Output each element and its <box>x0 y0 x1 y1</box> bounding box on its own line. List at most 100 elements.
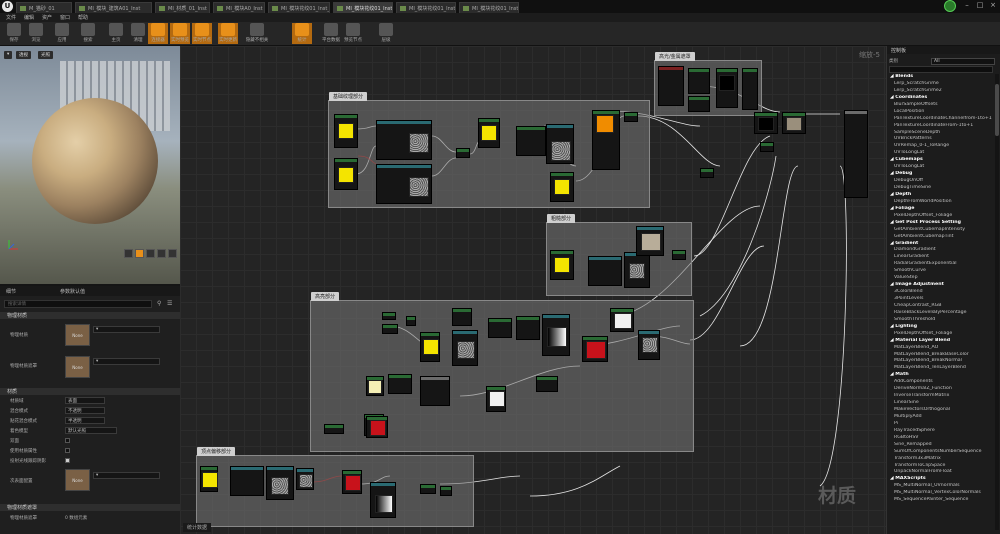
physical-material-mask-swatch[interactable]: None <box>65 356 90 378</box>
viewport-lit-button[interactable]: 光照 <box>38 51 53 59</box>
parameter-node[interactable] <box>324 424 344 434</box>
minimize-icon[interactable]: – <box>962 1 972 10</box>
palette-filter-dropdown[interactable]: All <box>931 58 995 65</box>
connectors-button[interactable]: 连接器 <box>148 23 168 44</box>
palette-item[interactable]: GetAmbientCubemapIntensity <box>889 227 993 234</box>
palette-item[interactable]: ValueStep <box>889 275 993 282</box>
document-tab[interactable]: MI_模块花纹01_Inst_4 <box>459 2 519 13</box>
constant-node[interactable] <box>366 376 384 396</box>
lerp-node[interactable] <box>592 110 620 170</box>
palette-item[interactable]: DebugOnOff <box>889 178 993 185</box>
palette-item[interactable]: MS_MultiNormal_UVnormals <box>889 483 993 490</box>
clamp-node[interactable] <box>624 112 638 122</box>
palette-item[interactable]: DeriveNormalZ_Function <box>889 386 993 393</box>
texture-sample-node[interactable] <box>542 314 570 356</box>
material-property-dropdown[interactable]: 表面 <box>65 397 105 404</box>
physical-material-mask-dropdown[interactable]: ▾ <box>93 358 160 365</box>
apply-button[interactable]: 应用 <box>52 23 72 44</box>
palette-item[interactable]: Lerp_ScratchGrime2 <box>889 88 993 95</box>
multiply-node[interactable] <box>516 316 540 340</box>
palette-item[interactable]: CheapContrast_RGB <box>889 303 993 310</box>
details-search-input[interactable]: 搜索详情 <box>4 300 152 308</box>
palette-item[interactable]: RGBtoHSV <box>889 435 993 442</box>
physical-material-dropdown[interactable]: ▾ <box>93 326 160 333</box>
subsurface-profile-swatch[interactable]: None <box>65 469 90 491</box>
constant-node[interactable] <box>550 250 574 280</box>
preview-node[interactable] <box>754 112 778 134</box>
palette-item[interactable]: PixelDepthOffset_Foliage <box>889 331 993 338</box>
document-tab[interactable]: MI_材质_01_Inst <box>155 2 210 13</box>
multiply-node[interactable] <box>382 324 398 334</box>
section-physical-material-mask[interactable]: 物理材质遮罩 <box>0 504 180 511</box>
palette-item[interactable]: MatLayerBlend_AO <box>889 345 993 352</box>
material-result-node[interactable] <box>844 110 868 198</box>
hide-unrelated-button[interactable]: 隐藏不相关 <box>244 23 270 44</box>
stats-tab[interactable]: 统计数据 <box>183 523 212 532</box>
palette-category[interactable]: ◢ Math <box>889 372 993 379</box>
texture-sample-node[interactable] <box>376 120 432 160</box>
multiply-node[interactable] <box>536 376 558 392</box>
palette-category[interactable]: ◢ Lighting <box>889 324 993 331</box>
home-button[interactable]: 主页 <box>106 23 126 44</box>
palette-item[interactable]: MatLayerBlend_TenLayerBlend <box>889 365 993 372</box>
document-tab[interactable]: MI_模块花纹01_Inst_3 <box>396 2 456 13</box>
browse-button[interactable]: 浏览 <box>26 23 46 44</box>
palette-category[interactable]: ◢ Debug <box>889 171 993 178</box>
preview-viewport[interactable]: ▾ 透视 光照 <box>0 46 180 284</box>
constant-node[interactable] <box>550 172 574 202</box>
palette-item[interactable]: UVBrickPatterns <box>889 136 993 143</box>
palette-scrollbar[interactable] <box>995 74 999 530</box>
menu-edit[interactable]: 编辑 <box>24 14 34 21</box>
comment-highlight-title[interactable]: 高亮部分 <box>311 292 340 301</box>
material-property-dropdown[interactable]: 半透明 <box>65 417 105 424</box>
preview-cylinder-icon[interactable] <box>124 249 133 258</box>
preview-mesh-icon[interactable] <box>168 249 177 258</box>
preview-sphere-icon[interactable] <box>135 249 144 258</box>
multiply-node[interactable] <box>420 484 436 494</box>
texture-sample-node[interactable] <box>230 466 264 496</box>
palette-item[interactable]: Sine_Remapped <box>889 442 993 449</box>
save-button[interactable]: 保存 <box>4 23 24 44</box>
search-button[interactable]: 搜索 <box>78 23 98 44</box>
palette-item[interactable]: SmoothCurve <box>889 268 993 275</box>
palette-category[interactable]: ◢ Image Adjustment <box>889 282 993 289</box>
texture-sample-node[interactable] <box>296 468 314 490</box>
preview-cube-icon[interactable] <box>157 249 166 258</box>
palette-item[interactable]: Pi <box>889 421 993 428</box>
texture-sample-node[interactable] <box>624 252 650 288</box>
clean-up-button[interactable]: 清理 <box>128 23 148 44</box>
multiply-node[interactable] <box>516 126 546 156</box>
palette-item[interactable]: LinearGradient <box>889 254 993 261</box>
constant-node[interactable] <box>334 114 358 148</box>
palette-item[interactable]: 3ColorBlend <box>889 289 993 296</box>
palette-item[interactable]: SumOfComponentsNumberSequence <box>889 449 993 456</box>
constant-node[interactable] <box>334 158 358 190</box>
constant-node[interactable] <box>200 466 218 492</box>
preview-node[interactable] <box>610 308 634 332</box>
section-material[interactable]: 材质 <box>0 388 180 395</box>
palette-item[interactable]: DiamondGradient <box>889 247 993 254</box>
view-options-icon[interactable]: ☰ <box>167 300 172 307</box>
physical-material-swatch[interactable]: None <box>65 324 90 346</box>
menu-window[interactable]: 窗口 <box>60 14 70 21</box>
palette-item[interactable]: 3PointLevels <box>889 296 993 303</box>
scalar-parameter-node[interactable] <box>488 318 512 338</box>
palette-item[interactable]: UVToLongLat <box>889 150 993 157</box>
document-tab[interactable]: MI_模块花纹01_Inst_3 <box>333 2 393 13</box>
palette-item[interactable]: RaiseBlackLevelsByPercentage <box>889 310 993 317</box>
palette-item[interactable]: MS_MultiNormal_VertexColorNormals <box>889 490 993 497</box>
viewport-options-button[interactable]: ▾ <box>4 51 13 59</box>
preview-node[interactable] <box>782 112 806 134</box>
palette-item[interactable]: SmoothThreshold <box>889 317 993 324</box>
palette-category[interactable]: ◢ Foliage <box>889 206 993 213</box>
palette-item[interactable]: Lerp_ScratchGrime <box>889 81 993 88</box>
palette-item[interactable]: PanTextureCoordinateChannelfrom-1to+1 <box>889 116 993 123</box>
section-physical-material[interactable]: 物理材质 <box>0 312 180 319</box>
comment-base-texture-title[interactable]: 基础纹理部分 <box>329 92 368 101</box>
preview-node-button[interactable]: 预览节点 <box>340 23 366 44</box>
material-property-checkbox[interactable] <box>65 438 70 443</box>
material-property-dropdown[interactable]: 默认光照 <box>65 427 117 434</box>
palette-item[interactable]: UVToLongLat <box>889 164 993 171</box>
palette-item[interactable]: MakeVectorsOrthogonal <box>889 407 993 414</box>
palette-search-input[interactable] <box>889 66 993 73</box>
